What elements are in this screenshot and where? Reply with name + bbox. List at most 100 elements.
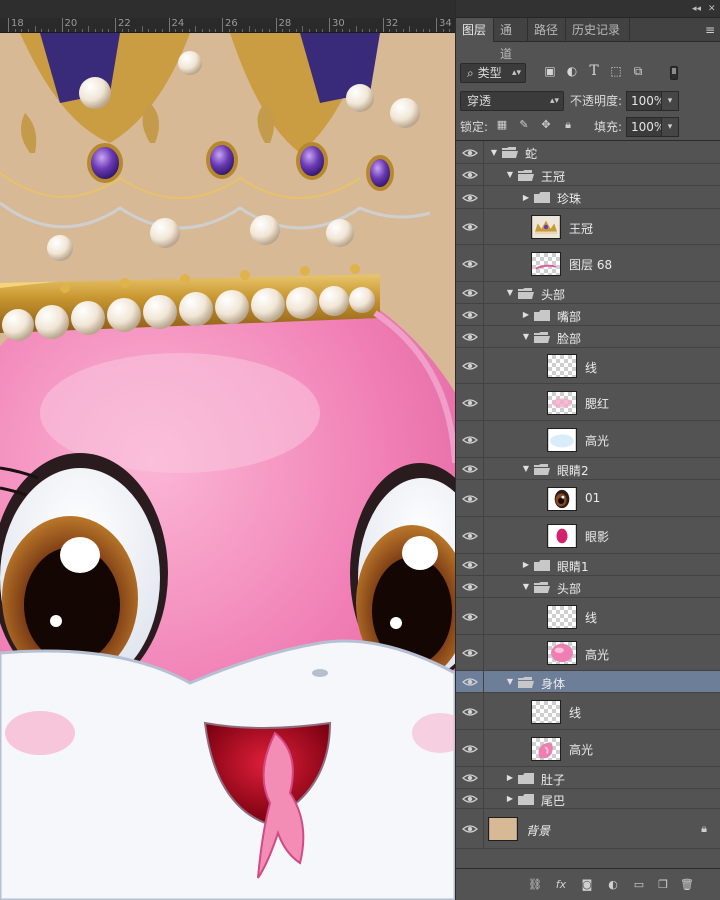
visibility-toggle[interactable] [456, 809, 484, 848]
layer-group-row[interactable]: ▼ 头部 [456, 576, 720, 598]
horizontal-ruler[interactable]: 18202224262830323436384042 [0, 0, 455, 33]
visibility-toggle[interactable] [456, 304, 484, 325]
fill-dropdown-button[interactable]: ▾ [661, 117, 679, 137]
layer-row[interactable]: 眼影 [456, 517, 720, 554]
layer-group-row[interactable]: ▶ 肚子 [456, 767, 720, 789]
tab-history[interactable]: 历史记录 [566, 18, 630, 42]
visibility-toggle[interactable] [456, 517, 484, 553]
layer-thumbnail[interactable] [547, 486, 577, 511]
layer-row[interactable]: 高光 [456, 635, 720, 671]
expand-arrow-icon[interactable]: ▶ [521, 560, 531, 570]
expand-arrow-icon[interactable]: ▶ [505, 773, 515, 783]
visibility-toggle[interactable] [456, 576, 484, 597]
visibility-toggle[interactable] [456, 421, 484, 457]
lock-position-icon[interactable]: ✥ [538, 117, 554, 133]
layer-thumbnail[interactable] [547, 354, 577, 378]
type-filter-icon[interactable]: T [586, 63, 602, 79]
layer-group-row[interactable]: ▼ 蛇 [456, 141, 720, 164]
layer-thumbnail[interactable] [531, 736, 561, 761]
layer-thumbnail[interactable] [531, 251, 561, 276]
visibility-toggle[interactable] [456, 671, 484, 692]
collapse-arrow-icon[interactable]: ▼ [521, 332, 531, 342]
layer-thumbnail[interactable] [547, 641, 577, 665]
layer-group-row[interactable]: ▼ 脸部 [456, 326, 720, 348]
layer-group-row[interactable]: ▼ 王冠 [456, 164, 720, 186]
layer-group-row[interactable]: ▼ 身体 [456, 671, 720, 693]
visibility-toggle[interactable] [456, 598, 484, 634]
trash-icon[interactable]: 🗑︎ [678, 877, 696, 893]
visibility-toggle[interactable] [456, 458, 484, 479]
visibility-toggle[interactable] [456, 282, 484, 303]
smart-object-filter-icon[interactable]: ⧉ [630, 63, 646, 79]
layer-group-row[interactable]: ▶ 眼睛1 [456, 554, 720, 576]
visibility-toggle[interactable] [456, 384, 484, 420]
layer-thumbnail[interactable] [547, 523, 577, 548]
adjustment-icon[interactable]: ◐ [604, 877, 622, 893]
layer-group-row[interactable]: ▶ 珍珠 [456, 186, 720, 209]
layer-row[interactable]: 图层 68 [456, 245, 720, 282]
visibility-toggle[interactable] [456, 693, 484, 729]
collapse-icon[interactable]: ◂◂ [692, 3, 701, 15]
layer-row[interactable]: 线 [456, 598, 720, 635]
tab-paths[interactable]: 路径 [528, 18, 566, 42]
panel-title-bar[interactable]: ◂◂ ✕ [456, 0, 720, 18]
link-icon[interactable]: ⛓ [526, 877, 544, 893]
layer-thumbnail[interactable] [547, 427, 577, 452]
expand-arrow-icon[interactable]: ▶ [521, 193, 531, 203]
visibility-toggle[interactable] [456, 326, 484, 347]
lock-all-icon[interactable]: 🔒︎ [560, 117, 576, 133]
collapse-arrow-icon[interactable]: ▼ [521, 464, 531, 474]
collapse-arrow-icon[interactable]: ▼ [505, 288, 515, 298]
visibility-toggle[interactable] [456, 730, 484, 766]
layer-row[interactable]: 高光 [456, 421, 720, 458]
layer-row[interactable]: 腮红 [456, 384, 720, 421]
expand-arrow-icon[interactable]: ▶ [521, 310, 531, 320]
collapse-arrow-icon[interactable]: ▼ [505, 170, 515, 180]
background-layer-row[interactable]: 背景 🔒︎ [456, 809, 720, 849]
visibility-toggle[interactable] [456, 186, 484, 208]
collapse-arrow-icon[interactable]: ▼ [505, 677, 515, 687]
opacity-field[interactable]: 100% [626, 91, 665, 111]
visibility-toggle[interactable] [456, 635, 484, 670]
layer-row[interactable]: 王冠 [456, 209, 720, 245]
visibility-toggle[interactable] [456, 554, 484, 575]
layer-group-row[interactable]: ▶ 嘴部 [456, 304, 720, 326]
fx-icon[interactable]: fx [552, 877, 570, 893]
lock-transparency-icon[interactable]: ▦ [494, 117, 510, 133]
visibility-toggle[interactable] [456, 348, 484, 383]
tab-channels[interactable]: 通道 [494, 18, 528, 61]
layer-row[interactable]: 线 [456, 348, 720, 384]
visibility-toggle[interactable] [456, 141, 484, 163]
visibility-toggle[interactable] [456, 164, 484, 185]
new-layer-icon[interactable]: ❐ [654, 877, 672, 893]
layer-group-row[interactable]: ▼ 眼睛2 [456, 458, 720, 480]
expand-arrow-icon[interactable]: ▶ [505, 794, 515, 804]
layer-thumbnail[interactable] [547, 604, 577, 629]
new-group-icon[interactable]: ▭ [630, 877, 648, 893]
filter-type-select[interactable]: ⌕ 类型 ▴▾ [460, 63, 526, 83]
layer-thumbnail[interactable] [547, 390, 577, 415]
panel-menu-icon[interactable]: ≡ [705, 23, 715, 37]
adjustment-filter-icon[interactable]: ◐ [564, 63, 580, 79]
layer-group-row[interactable]: ▼ 头部 [456, 282, 720, 304]
visibility-toggle[interactable] [456, 245, 484, 281]
visibility-toggle[interactable] [456, 209, 484, 244]
visibility-toggle[interactable] [456, 767, 484, 788]
shape-filter-icon[interactable]: ⬚ [608, 63, 624, 79]
layer-thumbnail[interactable] [531, 699, 561, 724]
pixel-filter-icon[interactable]: ▣ [542, 63, 558, 79]
filter-toggle[interactable] [670, 66, 678, 80]
collapse-arrow-icon[interactable]: ▼ [521, 582, 531, 592]
layer-group-row[interactable]: ▶ 尾巴 [456, 789, 720, 809]
visibility-toggle[interactable] [456, 480, 484, 516]
fill-field[interactable]: 100% [626, 117, 665, 137]
layer-thumbnail[interactable] [488, 817, 518, 841]
document-canvas[interactable] [0, 33, 455, 900]
layer-thumbnail[interactable] [531, 215, 561, 239]
layer-row[interactable]: 线 [456, 693, 720, 730]
opacity-dropdown-button[interactable]: ▾ [661, 91, 679, 111]
collapse-arrow-icon[interactable]: ▼ [489, 148, 499, 158]
blend-mode-select[interactable]: 穿透 ▴▾ [460, 91, 564, 111]
layer-row[interactable]: 01 [456, 480, 720, 517]
layer-row[interactable]: 高光 [456, 730, 720, 767]
